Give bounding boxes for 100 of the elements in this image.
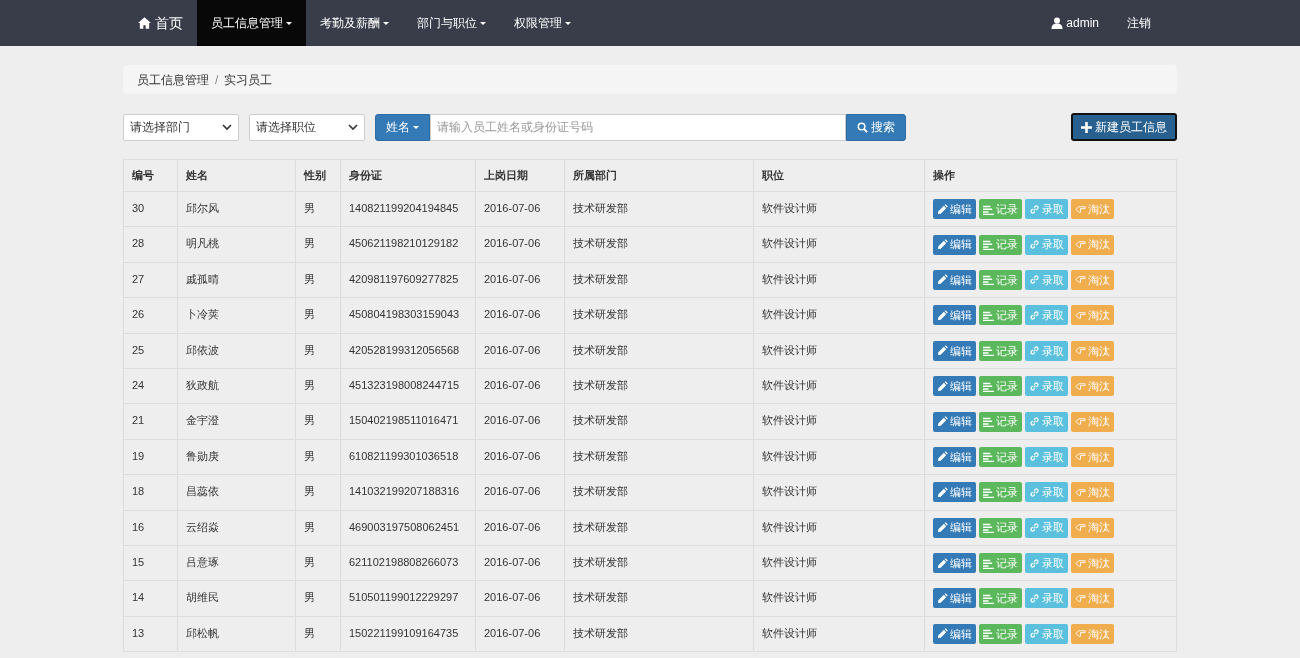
- caret-icon: [413, 125, 419, 129]
- table-cell: 技术研发部: [564, 297, 754, 334]
- caret-icon: [480, 21, 486, 25]
- table-cell: 男: [295, 616, 341, 652]
- edit-button[interactable]: 编辑: [933, 340, 976, 361]
- caret-icon: [565, 21, 571, 25]
- hire-button[interactable]: 录取: [1025, 482, 1068, 503]
- hire-button[interactable]: 录取: [1025, 199, 1068, 220]
- table-cell: 软件设计师: [753, 403, 925, 440]
- breadcrumb-item[interactable]: 员工信息管理: [137, 70, 209, 89]
- dismiss-button[interactable]: 淘汰: [1071, 517, 1114, 538]
- pencil-icon: [937, 203, 948, 215]
- edit-button[interactable]: 编辑: [933, 411, 976, 432]
- table-cell: 21: [123, 403, 178, 440]
- table-cell: 19: [123, 439, 178, 475]
- pencil-icon: [937, 309, 948, 321]
- hire-button[interactable]: 录取: [1025, 588, 1068, 609]
- dismiss-button[interactable]: 淘汰: [1071, 623, 1114, 644]
- edit-button[interactable]: 编辑: [933, 305, 976, 326]
- record-button[interactable]: 记录: [979, 553, 1022, 574]
- nav-menu-item[interactable]: 考勤及薪酬: [306, 0, 403, 46]
- hire-button[interactable]: 录取: [1025, 376, 1068, 397]
- record-button[interactable]: 记录: [979, 234, 1022, 255]
- table-cell: 软件设计师: [753, 297, 925, 334]
- dismiss-button[interactable]: 淘汰: [1071, 376, 1114, 397]
- dismiss-button[interactable]: 淘汰: [1071, 482, 1114, 503]
- edit-button[interactable]: 编辑: [933, 482, 976, 503]
- dismiss-button[interactable]: 淘汰: [1071, 553, 1114, 574]
- record-button[interactable]: 记录: [979, 376, 1022, 397]
- dismiss-button[interactable]: 淘汰: [1071, 199, 1114, 220]
- list-icon: [983, 522, 994, 534]
- record-button[interactable]: 记录: [979, 446, 1022, 467]
- dismiss-button[interactable]: 淘汰: [1071, 588, 1114, 609]
- hire-button[interactable]: 录取: [1025, 411, 1068, 432]
- home-icon: [137, 16, 152, 30]
- record-button[interactable]: 记录: [979, 517, 1022, 538]
- table-cell: 技术研发部: [564, 510, 754, 546]
- edit-button[interactable]: 编辑: [933, 199, 976, 220]
- user-icon: [1051, 17, 1064, 29]
- record-button[interactable]: 记录: [979, 305, 1022, 326]
- record-button[interactable]: 记录: [979, 340, 1022, 361]
- logout-link[interactable]: 注销: [1113, 0, 1177, 46]
- search-field[interactable]: 请输入员工姓名或身份证号码: [430, 113, 846, 141]
- nav-menu-item[interactable]: 部门与职位: [403, 0, 500, 46]
- pencil-icon: [937, 593, 948, 604]
- hire-button[interactable]: 录取: [1025, 269, 1068, 290]
- record-button[interactable]: 记录: [979, 411, 1022, 432]
- table-cell: 2016-07-06: [475, 403, 565, 440]
- dismiss-button[interactable]: 淘汰: [1071, 340, 1114, 361]
- caret-icon: [383, 21, 389, 25]
- table-cell: 明凡桃: [177, 226, 296, 263]
- edit-button[interactable]: 编辑: [933, 269, 976, 290]
- record-button[interactable]: 记录: [979, 199, 1022, 220]
- dismiss-button[interactable]: 淘汰: [1071, 305, 1114, 326]
- home-link[interactable]: 首页: [123, 0, 197, 46]
- link-icon: [1029, 380, 1040, 392]
- table-cell: 420528199312056568: [340, 333, 476, 369]
- edit-button[interactable]: 编辑: [933, 553, 976, 574]
- dismiss-button[interactable]: 淘汰: [1071, 269, 1114, 290]
- position-select[interactable]: 请选择职位: [249, 113, 365, 141]
- hire-button[interactable]: 录取: [1025, 553, 1068, 574]
- plus-icon: [1081, 121, 1092, 133]
- record-button[interactable]: 记录: [979, 623, 1022, 644]
- list-icon: [983, 628, 994, 640]
- department-select[interactable]: 请选择部门: [123, 113, 239, 141]
- table-cell: 金宇澄: [177, 403, 296, 440]
- new-employee-button[interactable]: 新建员工信息: [1071, 113, 1177, 141]
- hire-button[interactable]: 录取: [1025, 623, 1068, 644]
- edit-button[interactable]: 编辑: [933, 623, 976, 644]
- search-button[interactable]: 搜索: [846, 113, 906, 141]
- hire-button[interactable]: 录取: [1025, 517, 1068, 538]
- nav-menu-item[interactable]: 权限管理: [500, 0, 585, 46]
- edit-button[interactable]: 编辑: [933, 446, 976, 467]
- record-button[interactable]: 记录: [979, 482, 1022, 503]
- table-cell: 男: [295, 333, 341, 369]
- edit-button[interactable]: 编辑: [933, 517, 976, 538]
- table-cell: 男: [295, 545, 341, 581]
- nav-menu-item[interactable]: 员工信息管理: [197, 0, 306, 46]
- table-cell: 软件设计师: [753, 545, 925, 581]
- hire-button[interactable]: 录取: [1025, 305, 1068, 326]
- hire-button[interactable]: 录取: [1025, 446, 1068, 467]
- hire-button[interactable]: 录取: [1025, 340, 1068, 361]
- search-icon: [857, 121, 868, 133]
- user-link[interactable]: admin: [1037, 0, 1113, 46]
- record-button[interactable]: 记录: [979, 269, 1022, 290]
- table-cell: 25: [123, 333, 178, 369]
- column-header: 操作: [924, 159, 1177, 192]
- dismiss-button[interactable]: 淘汰: [1071, 446, 1114, 467]
- edit-button[interactable]: 编辑: [933, 234, 976, 255]
- record-button[interactable]: 记录: [979, 588, 1022, 609]
- edit-button[interactable]: 编辑: [933, 376, 976, 397]
- dismiss-button[interactable]: 淘汰: [1071, 411, 1114, 432]
- hire-button[interactable]: 录取: [1025, 234, 1068, 255]
- table-cell: 18: [123, 474, 178, 510]
- table-cell: 狄政航: [177, 368, 296, 404]
- dismiss-button[interactable]: 淘汰: [1071, 234, 1114, 255]
- column-header: 编号: [123, 159, 178, 192]
- edit-button[interactable]: 编辑: [933, 588, 976, 609]
- link-icon: [1029, 522, 1040, 534]
- search-type-dropdown[interactable]: 姓名: [375, 113, 430, 141]
